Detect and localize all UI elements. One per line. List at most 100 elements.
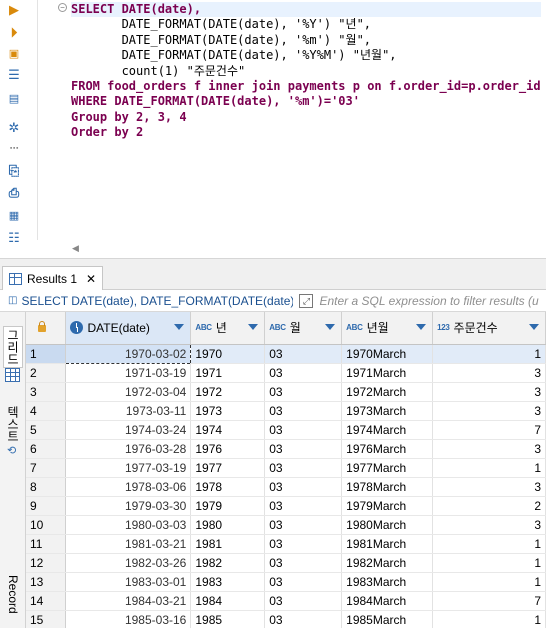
column-header-date[interactable]: DATE(date) (65, 312, 192, 345)
table-row[interactable]: 10 1980-03-03 1980 03 1980March 3 (26, 515, 546, 535)
cell-month[interactable]: 03 (264, 344, 343, 364)
table-row[interactable]: 12 1982-03-26 1982 03 1982March 1 (26, 553, 546, 573)
cell-date[interactable]: 1979-03-30 (65, 496, 192, 516)
scroll-left-icon[interactable]: ◀ (72, 243, 79, 254)
cell-month[interactable]: 03 (264, 382, 343, 402)
sort-icon[interactable] (325, 324, 336, 330)
cell-year-month[interactable]: 1973March (341, 401, 434, 421)
table-row[interactable]: 2 1971-03-19 1971 03 1971March 3 (26, 363, 546, 383)
output-log-icon[interactable]: ▤ (6, 90, 22, 106)
close-icon[interactable]: ✕ (86, 272, 96, 286)
row-number[interactable]: 13 (26, 572, 67, 592)
tab-record-view[interactable]: Record (3, 568, 23, 620)
cell-year-month[interactable]: 1983March (341, 572, 434, 592)
table-row[interactable]: 5 1974-03-24 1974 03 1974March 7 (26, 420, 546, 440)
sort-icon[interactable] (416, 324, 427, 330)
fold-collapse-icon[interactable]: − (58, 3, 67, 12)
cell-year-month[interactable]: 1984March (341, 591, 434, 611)
cell-date[interactable]: 1973-03-11 (65, 401, 192, 421)
cell-year[interactable]: 1971 (190, 363, 266, 383)
table-row[interactable]: 4 1973-03-11 1973 03 1973March 3 (26, 401, 546, 421)
cell-year-month[interactable]: 1981March (341, 534, 434, 554)
cell-year[interactable]: 1970 (190, 344, 266, 364)
cell-year[interactable]: 1980 (190, 515, 266, 535)
row-number[interactable]: 2 (26, 363, 67, 383)
cell-order-count[interactable]: 1 (432, 572, 546, 592)
cell-order-count[interactable]: 3 (432, 401, 546, 421)
row-number[interactable]: 14 (26, 591, 67, 611)
expand-icon[interactable]: ⤢ (299, 293, 314, 308)
cell-date[interactable]: 1981-03-21 (65, 534, 192, 554)
row-number-header[interactable] (26, 312, 67, 345)
cell-order-count[interactable]: 3 (432, 515, 546, 535)
row-number[interactable]: 3 (26, 382, 67, 402)
tab-grid-view[interactable]: 그리드 (3, 326, 23, 368)
cell-order-count[interactable]: 2 (432, 496, 546, 516)
cell-year[interactable]: 1976 (190, 439, 266, 459)
cell-order-count[interactable]: 3 (432, 477, 546, 497)
row-number[interactable]: 6 (26, 439, 67, 459)
cell-date[interactable]: 1985-03-16 (65, 610, 192, 628)
export-icon[interactable]: ⎘ (6, 163, 22, 179)
table-row[interactable]: 7 1977-03-19 1977 03 1977March 1 (26, 458, 546, 478)
explain-plan-icon[interactable]: ☰ (6, 67, 22, 83)
execute-statement-icon[interactable]: ▶ (6, 2, 22, 18)
row-number[interactable]: 11 (26, 534, 67, 554)
cell-order-count[interactable]: 1 (432, 458, 546, 478)
row-number[interactable]: 8 (26, 477, 67, 497)
cell-order-count[interactable]: 7 (432, 591, 546, 611)
more-icon[interactable]: ⋯ (6, 140, 22, 156)
row-number[interactable]: 10 (26, 515, 67, 535)
row-number[interactable]: 15 (26, 610, 67, 628)
cell-year-month[interactable]: 1979March (341, 496, 434, 516)
results-grid[interactable]: DATE(date) ABC 년 ABC 월 ABC 년월 123 주문건수 1… (26, 312, 546, 628)
cell-year[interactable]: 1982 (190, 553, 266, 573)
cell-month[interactable]: 03 (264, 553, 343, 573)
tab-text-view[interactable]: 텍스트 (3, 402, 23, 446)
cell-date[interactable]: 1972-03-04 (65, 382, 192, 402)
cell-date[interactable]: 1983-03-01 (65, 572, 192, 592)
settings-icon[interactable]: ✲ (6, 120, 22, 136)
cell-month[interactable]: 03 (264, 401, 343, 421)
cell-month[interactable]: 03 (264, 534, 343, 554)
cell-year-month[interactable]: 1971March (341, 363, 434, 383)
cell-order-count[interactable]: 1 (432, 610, 546, 628)
cell-date[interactable]: 1971-03-19 (65, 363, 192, 383)
cell-year[interactable]: 1979 (190, 496, 266, 516)
executed-query-text[interactable]: SELECT DATE(date), DATE_FORMAT(DATE(date… (21, 294, 293, 308)
cell-year-month[interactable]: 1980March (341, 515, 434, 535)
cell-order-count[interactable]: 3 (432, 363, 546, 383)
cell-month[interactable]: 03 (264, 515, 343, 535)
table-row[interactable]: 13 1983-03-01 1983 03 1983March 1 (26, 572, 546, 592)
row-number[interactable]: 12 (26, 553, 67, 573)
cell-month[interactable]: 03 (264, 591, 343, 611)
load-script-icon[interactable]: ⎙ (6, 185, 22, 201)
column-header-month[interactable]: ABC 월 (264, 312, 343, 345)
cell-month[interactable]: 03 (264, 496, 343, 516)
column-header-year-month[interactable]: ABC 년월 (341, 312, 434, 345)
cell-date[interactable]: 1976-03-28 (65, 439, 192, 459)
cell-year-month[interactable]: 1976March (341, 439, 434, 459)
cell-year[interactable]: 1972 (190, 382, 266, 402)
cell-year-month[interactable]: 1970March (341, 344, 434, 364)
sort-icon[interactable] (248, 324, 259, 330)
cell-month[interactable]: 03 (264, 439, 343, 459)
row-number[interactable]: 5 (26, 420, 67, 440)
table-row[interactable]: 3 1972-03-04 1972 03 1972March 3 (26, 382, 546, 402)
cell-date[interactable]: 1974-03-24 (65, 420, 192, 440)
cell-order-count[interactable]: 1 (432, 553, 546, 573)
cell-date[interactable]: 1984-03-21 (65, 591, 192, 611)
column-header-year[interactable]: ABC 년 (190, 312, 266, 345)
row-number[interactable]: 4 (26, 401, 67, 421)
table-row[interactable]: 8 1978-03-06 1978 03 1978March 3 (26, 477, 546, 497)
sql-code[interactable]: SELECT DATE(date), DATE_FORMAT(DATE(date… (71, 2, 541, 141)
cell-order-count[interactable]: 1 (432, 534, 546, 554)
cell-order-count[interactable]: 3 (432, 439, 546, 459)
cell-order-count[interactable]: 7 (432, 420, 546, 440)
cell-date[interactable]: 1978-03-06 (65, 477, 192, 497)
cell-year-month[interactable]: 1985March (341, 610, 434, 628)
cell-year-month[interactable]: 1978March (341, 477, 434, 497)
cell-month[interactable]: 03 (264, 610, 343, 628)
cell-year[interactable]: 1974 (190, 420, 266, 440)
sort-icon[interactable] (174, 324, 185, 330)
